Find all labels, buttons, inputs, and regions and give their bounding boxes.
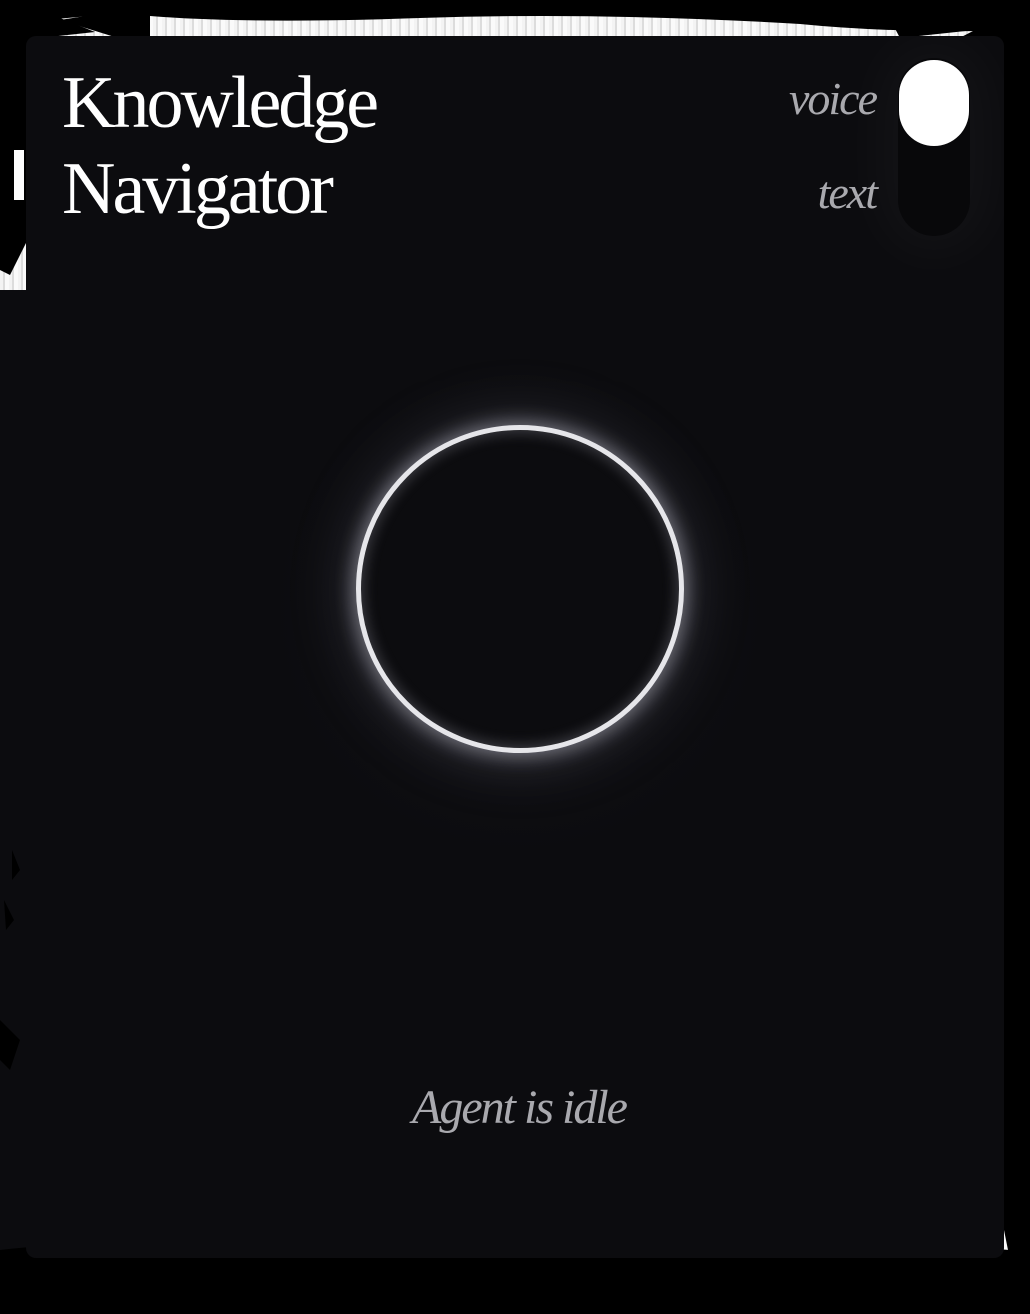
app-title-line2: Navigator	[62, 148, 334, 230]
app-title: Knowledge Navigator	[62, 60, 379, 232]
agent-panel: Knowledge Navigator voice text Agent is …	[26, 36, 1004, 1258]
mode-toggle-knob[interactable]	[899, 60, 969, 146]
agent-orb-icon[interactable]	[356, 425, 684, 753]
agent-status-text: Agent is idle	[412, 1081, 628, 1134]
mode-option-text[interactable]: text	[696, 166, 878, 219]
app-title-line1: Knowledge	[62, 62, 379, 144]
mode-option-voice[interactable]: voice	[696, 72, 878, 125]
mode-toggle-switch[interactable]	[898, 58, 970, 236]
